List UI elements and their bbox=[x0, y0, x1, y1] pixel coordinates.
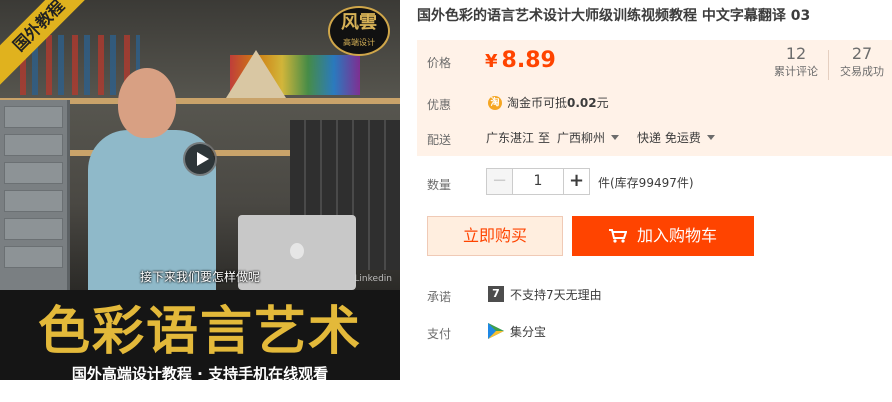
triangle-art bbox=[226, 50, 286, 98]
product-title: 国外色彩的语言艺术设计大师级训练视频教程 中文字幕翻译 03 bbox=[417, 8, 811, 24]
promo-text: 淘金币可抵0.02元 bbox=[507, 96, 609, 110]
promise-label: 承诺 bbox=[427, 290, 452, 304]
stock-text: 件(库存99497件) bbox=[598, 176, 694, 190]
ship-method-selector[interactable]: 快递 免运费 bbox=[637, 131, 715, 145]
video-subtitle: 接下来我们要怎样做呢 bbox=[139, 270, 260, 284]
payment-text: 集分宝 bbox=[510, 325, 547, 339]
poster-title: 色彩语言艺术 bbox=[37, 301, 362, 362]
price-value: ¥8.89 bbox=[485, 48, 556, 73]
reviews-stat[interactable]: 12 累计评论 bbox=[766, 44, 826, 80]
payment-label: 支付 bbox=[427, 327, 452, 341]
add-to-cart-button[interactable]: 加入购物车 bbox=[572, 216, 754, 256]
brand-badge-logo: 风雲 高端设计 bbox=[328, 6, 390, 56]
ship-from: 广东湛江 bbox=[486, 131, 535, 145]
product-page: 接下来我们要怎样做呢 Linkedin 国外教程 风雲 高端设计 色彩语言艺术 … bbox=[0, 0, 892, 402]
no-7day-return-icon: 7 bbox=[488, 286, 504, 302]
poster-subtitle: 国外高端设计教程 · 支持手机在线观看 bbox=[71, 365, 329, 380]
shipping-label: 配送 bbox=[427, 133, 452, 147]
sales-stat: 27 交易成功 bbox=[840, 44, 884, 78]
ship-to-word: 至 bbox=[538, 131, 551, 145]
promo-label: 优惠 bbox=[427, 98, 452, 112]
promise-text: 不支持7天无理由 bbox=[510, 288, 602, 302]
jifenbao-icon bbox=[488, 323, 504, 339]
ship-to-selector[interactable]: 广西柳州 bbox=[557, 131, 620, 145]
cart-icon bbox=[608, 229, 627, 243]
presenter-head bbox=[118, 68, 176, 138]
quantity-decrease-button[interactable]: − bbox=[486, 168, 513, 195]
price-label: 价格 bbox=[427, 56, 452, 70]
play-icon[interactable] bbox=[183, 142, 217, 176]
quantity-label: 数量 bbox=[427, 178, 452, 192]
stat-divider bbox=[828, 50, 829, 80]
quantity-increase-button[interactable]: + bbox=[563, 168, 590, 195]
chevron-down-icon bbox=[706, 135, 715, 140]
taobao-coin-icon: 淘 bbox=[488, 96, 502, 110]
quantity-input[interactable]: 1 bbox=[513, 168, 563, 195]
product-main-image[interactable]: 接下来我们要怎样做呢 Linkedin 国外教程 风雲 高端设计 色彩语言艺术 … bbox=[0, 0, 400, 380]
buy-now-button[interactable]: 立即购买 bbox=[427, 216, 563, 256]
video-watermark: Linkedin bbox=[354, 274, 392, 284]
chevron-down-icon bbox=[611, 135, 620, 140]
drawer-cabinet bbox=[0, 100, 70, 290]
